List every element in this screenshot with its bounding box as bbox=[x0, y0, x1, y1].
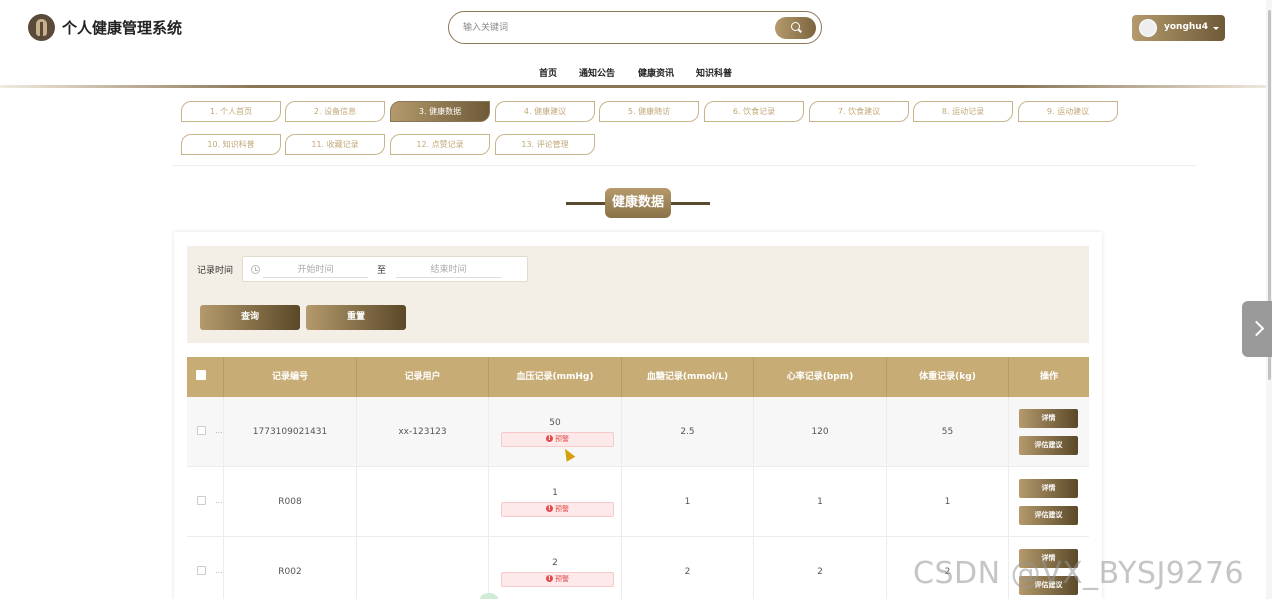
col-weight: 体重记录(kg) bbox=[887, 357, 1009, 397]
record-time-label: 记录时间 bbox=[197, 266, 234, 276]
col-record-id: 记录编号 bbox=[224, 357, 357, 397]
app-title: 个人健康管理系统 bbox=[62, 19, 183, 37]
search-icon bbox=[791, 22, 800, 31]
cell-actions: 详情 评估建议 bbox=[1009, 397, 1089, 467]
select-all-checkbox[interactable] bbox=[196, 370, 206, 380]
tab-diet-record[interactable]: 6. 饮食记录 bbox=[704, 101, 804, 122]
search-box bbox=[448, 11, 822, 44]
reset-button[interactable]: 重置 bbox=[306, 305, 406, 330]
cell-record-user: xx-123123 bbox=[357, 397, 489, 467]
cell-record-user bbox=[357, 537, 489, 599]
alert-icon bbox=[546, 502, 553, 515]
chevron-down-icon bbox=[1213, 27, 1219, 30]
title-line-left bbox=[566, 202, 606, 205]
tab-personal-home[interactable]: 1. 个人首页 bbox=[181, 101, 281, 122]
top-header: 个人健康管理系统 yonghu4 首页 通知公告 健康资讯 知识科普 bbox=[0, 0, 1272, 88]
date-range-picker[interactable]: 至 bbox=[242, 256, 528, 282]
cell-blood-glucose: 2.5 bbox=[622, 397, 754, 467]
cell-actions: 详情 评估建议 bbox=[1009, 467, 1089, 537]
row-more-indicator: … bbox=[215, 426, 223, 435]
tabs-divider bbox=[172, 165, 1197, 166]
tab-exercise-advice[interactable]: 9. 运动建议 bbox=[1018, 101, 1118, 122]
warning-badge: 预警 bbox=[501, 572, 614, 587]
app-logo-icon bbox=[28, 14, 55, 41]
cell-heart-rate: 1 bbox=[754, 467, 887, 537]
row-select-cell: … bbox=[187, 397, 224, 467]
tab-health-followup[interactable]: 5. 健康随访 bbox=[599, 101, 699, 122]
user-name: yonghu4 bbox=[1164, 22, 1208, 32]
row-select-cell: … bbox=[187, 537, 224, 599]
search-button[interactable] bbox=[775, 17, 816, 39]
tab-likes[interactable]: 12. 点赞记录 bbox=[390, 134, 490, 155]
cell-blood-glucose: 1 bbox=[622, 467, 754, 537]
tab-knowledge[interactable]: 10. 知识科普 bbox=[181, 134, 281, 155]
row-checkbox[interactable] bbox=[197, 496, 206, 505]
col-blood-pressure: 血压记录(mmHg) bbox=[489, 357, 622, 397]
side-expand-button[interactable] bbox=[1242, 301, 1272, 357]
clock-icon bbox=[251, 265, 260, 274]
table-row: … 1773109021431 xx-123123 50 预警 2.5 120 … bbox=[187, 397, 1089, 467]
blood-pressure-value: 2 bbox=[552, 558, 558, 568]
table-header: 记录编号 记录用户 血压记录(mmHg) 血糖记录(mmol/L) 心率记录(b… bbox=[187, 357, 1089, 397]
watermark: CSDN @VX_BYSJ9276 bbox=[913, 556, 1245, 591]
warning-badge: 预警 bbox=[501, 432, 614, 447]
detail-button[interactable]: 详情 bbox=[1019, 479, 1078, 498]
cell-record-id: 1773109021431 bbox=[224, 397, 357, 467]
blood-pressure-value: 50 bbox=[549, 418, 561, 428]
blood-pressure-value: 1 bbox=[552, 488, 558, 498]
cell-heart-rate: 2 bbox=[754, 537, 887, 599]
search-input[interactable] bbox=[463, 20, 763, 36]
tab-health-data[interactable]: 3. 健康数据 bbox=[390, 101, 490, 122]
cell-weight: 55 bbox=[887, 397, 1009, 467]
row-checkbox[interactable] bbox=[197, 566, 206, 575]
row-more-indicator: … bbox=[215, 496, 223, 505]
table-row: … R008 1 预警 1 1 1 详情 评估建议 bbox=[187, 467, 1089, 537]
col-blood-glucose: 血糖记录(mmol/L) bbox=[622, 357, 754, 397]
start-date-input[interactable] bbox=[263, 262, 368, 278]
end-date-input[interactable] bbox=[396, 262, 501, 278]
nav-item-knowledge[interactable]: 知识科普 bbox=[696, 66, 732, 79]
floating-indicator bbox=[480, 593, 498, 599]
alert-icon bbox=[546, 432, 553, 445]
cell-record-id: R002 bbox=[224, 537, 357, 599]
warning-badge: 预警 bbox=[501, 502, 614, 517]
assess-advice-button[interactable]: 评估建议 bbox=[1019, 506, 1078, 525]
col-actions: 操作 bbox=[1039, 372, 1058, 382]
col-heart-rate: 心率记录(bpm) bbox=[754, 357, 887, 397]
avatar bbox=[1139, 19, 1157, 37]
row-select-cell: … bbox=[187, 467, 224, 537]
tab-diet-advice[interactable]: 7. 饮食建议 bbox=[809, 101, 909, 122]
cell-blood-pressure: 1 预警 bbox=[489, 467, 622, 537]
tab-favorites[interactable]: 11. 收藏记录 bbox=[285, 134, 385, 155]
tab-health-advice[interactable]: 4. 健康建议 bbox=[495, 101, 595, 122]
date-separator: 至 bbox=[377, 266, 387, 276]
row-more-indicator: … bbox=[215, 566, 223, 575]
tab-exercise-record[interactable]: 8. 运动记录 bbox=[913, 101, 1013, 122]
cell-record-user bbox=[357, 467, 489, 537]
cell-blood-glucose: 2 bbox=[622, 537, 754, 599]
cell-blood-pressure: 2 预警 bbox=[489, 537, 622, 599]
user-menu-button[interactable]: yonghu4 bbox=[1132, 15, 1225, 41]
assess-advice-button[interactable]: 评估建议 bbox=[1019, 436, 1078, 455]
header-divider bbox=[0, 85, 1272, 88]
cell-record-id: R008 bbox=[224, 467, 357, 537]
col-record-user: 记录用户 bbox=[357, 357, 489, 397]
detail-button[interactable]: 详情 bbox=[1019, 409, 1078, 428]
row-checkbox[interactable] bbox=[197, 426, 206, 435]
cell-weight: 1 bbox=[887, 467, 1009, 537]
tab-comments[interactable]: 13. 评论管理 bbox=[495, 134, 595, 155]
cell-heart-rate: 120 bbox=[754, 397, 887, 467]
alert-icon bbox=[546, 572, 553, 585]
title-line-right bbox=[670, 202, 710, 205]
section-title: 健康数据 bbox=[605, 188, 671, 218]
nav-item-health-news[interactable]: 健康资讯 bbox=[638, 66, 674, 79]
tab-device-info[interactable]: 2. 设备信息 bbox=[285, 101, 385, 122]
header-checkbox-cell bbox=[187, 357, 224, 397]
nav-item-notice[interactable]: 通知公告 bbox=[579, 66, 615, 79]
query-button[interactable]: 查询 bbox=[200, 305, 300, 330]
cell-blood-pressure: 50 预警 bbox=[489, 397, 622, 467]
nav-item-home[interactable]: 首页 bbox=[539, 66, 557, 79]
